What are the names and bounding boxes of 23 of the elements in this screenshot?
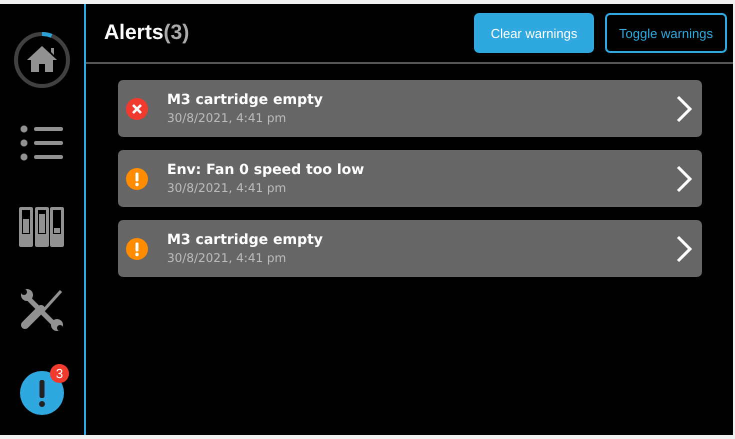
- error-icon: [126, 98, 148, 120]
- alert-time: 30/8/2021, 4:41 pm: [167, 251, 288, 265]
- alert-time: 30/8/2021, 4:41 pm: [167, 181, 288, 195]
- tools-icon: [19, 286, 65, 333]
- home-icon: [13, 30, 71, 89]
- alert-title: M3 cartridge empty: [167, 92, 324, 108]
- alert-card[interactable]: Env: Fan 0 speed too low 30/8/2021, 4:41 pm: [118, 150, 702, 207]
- warning-icon: [126, 168, 148, 190]
- warning-icon: [126, 238, 148, 260]
- alert-card[interactable]: M3 cartridge empty 30/8/2021, 4:41 pm: [118, 80, 702, 137]
- list-icon: [20, 125, 64, 162]
- chevron-right-icon: [676, 164, 692, 192]
- toggle-warnings-button[interactable]: Toggle warnings: [605, 13, 727, 53]
- alerts-nav-button[interactable]: 3: [7, 352, 77, 435]
- page-title: Alerts(3): [104, 21, 190, 45]
- cartridges-icon: [19, 206, 65, 247]
- alert-card[interactable]: M3 cartridge empty 30/8/2021, 4:41 pm: [118, 220, 702, 277]
- count-badge: 3: [50, 364, 69, 383]
- chevron-right-icon: [676, 234, 692, 262]
- alert-time: 30/8/2021, 4:41 pm: [167, 111, 288, 125]
- alert-title: M3 cartridge empty: [167, 232, 324, 248]
- chevron-right-icon: [676, 94, 692, 122]
- alert-title: Env: Fan 0 speed too low: [167, 162, 366, 178]
